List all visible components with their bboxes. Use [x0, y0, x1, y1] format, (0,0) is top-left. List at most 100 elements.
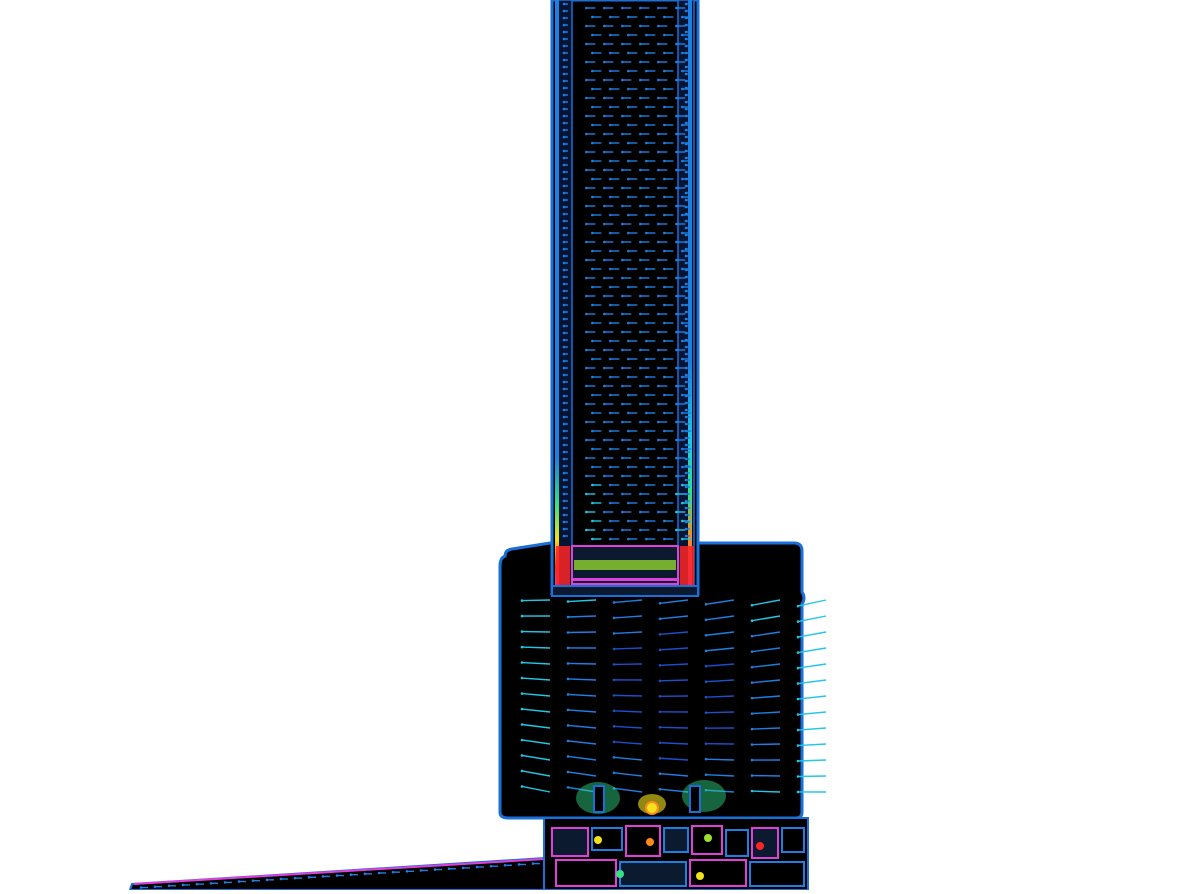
- pane-vector-right-head: [685, 311, 688, 314]
- glazing-vector-head: [627, 160, 630, 163]
- sash-vector-head: [613, 741, 616, 744]
- pane-vector-right-head: [685, 213, 688, 216]
- glazing-vector-head: [585, 421, 588, 424]
- glazing-vector-head: [609, 268, 612, 271]
- sash-vector-head: [659, 618, 662, 621]
- glazing-vector-head: [603, 421, 606, 424]
- glazing-vector-head: [663, 268, 666, 271]
- glazing-vector-head: [585, 115, 588, 118]
- glazing-vector-head: [681, 124, 684, 127]
- glazing-vector-head: [645, 448, 648, 451]
- glazing-vector-head: [627, 376, 630, 379]
- glazing-vector-head: [663, 250, 666, 253]
- pane-vector-left-head: [563, 122, 566, 125]
- glazing-vector-head: [627, 142, 630, 145]
- glazing-vector-head: [609, 394, 612, 397]
- pane-vector-left-head: [563, 318, 566, 321]
- glazing-vector-head: [621, 457, 624, 460]
- pane-vector-left-head: [563, 304, 566, 307]
- glazing-vector-head: [675, 385, 678, 388]
- glazing-vector-head: [609, 376, 612, 379]
- pane-vector-right-head: [685, 150, 688, 153]
- glazing-vector-head: [675, 493, 678, 496]
- pane-vector-left-head: [563, 248, 566, 251]
- glazing-vector-head: [663, 448, 666, 451]
- glazing-vector-head: [639, 205, 642, 208]
- fitting-slot-left: [594, 786, 604, 812]
- glazing-vector-head: [603, 61, 606, 64]
- sill-vector-head: [168, 885, 171, 888]
- glazing-vector-head: [681, 34, 684, 37]
- sash-vector-head: [521, 615, 524, 618]
- glazing-vector-head: [681, 376, 684, 379]
- sill-vector-head: [322, 875, 325, 878]
- glazing-vector-head: [663, 502, 666, 505]
- sash-vector-head: [613, 694, 616, 697]
- pane-vector-right-head: [685, 479, 688, 482]
- glazing-vector-head: [639, 25, 642, 28]
- glazing-vector-head: [591, 484, 594, 487]
- glazing-vector-head: [591, 340, 594, 343]
- glazing-vector-head: [627, 124, 630, 127]
- pane-vector-left-head: [563, 395, 566, 398]
- pane-vector-left-head: [563, 276, 566, 279]
- glazing-vector-head: [681, 412, 684, 415]
- glazing-vector-head: [627, 268, 630, 271]
- sash-vector-head: [567, 616, 570, 619]
- glazing-vector-head: [663, 16, 666, 19]
- pane-vector-right-head: [685, 430, 688, 433]
- glazing-vector-head: [639, 151, 642, 154]
- glazing-vector-head: [621, 421, 624, 424]
- pane-vector-left-head: [563, 24, 566, 27]
- pane-vector-left-head: [563, 199, 566, 202]
- glazing-vector-head: [681, 160, 684, 163]
- glazing-vector-head: [639, 421, 642, 424]
- glazing-vector-head: [675, 61, 678, 64]
- glazing-vector-head: [585, 475, 588, 478]
- glazing-vector-head: [621, 349, 624, 352]
- glazing-vector-head: [681, 16, 684, 19]
- pane-vector-right-head: [685, 206, 688, 209]
- sash-vector-head: [705, 665, 708, 668]
- glazing-vector-head: [603, 493, 606, 496]
- sash-vector-head: [705, 649, 708, 652]
- pane-vector-left-head: [563, 136, 566, 139]
- sash-vector: [522, 647, 550, 648]
- pane-vector-right-head: [685, 360, 688, 363]
- glazing-vector-head: [675, 151, 678, 154]
- glazing-vector-head: [627, 70, 630, 73]
- pane-vector-right-head: [685, 500, 688, 503]
- pane-vector-right-head: [685, 269, 688, 272]
- sash-vector-head: [521, 754, 524, 757]
- glazing-vector-head: [603, 385, 606, 388]
- sash-vector-head: [567, 755, 570, 758]
- pane-vector-right-head: [685, 255, 688, 258]
- glazing-vector-head: [663, 88, 666, 91]
- fitting-knob: [646, 802, 658, 814]
- glazing-vector-head: [627, 340, 630, 343]
- glazing-vector-head: [627, 520, 630, 523]
- glazing-vector-head: [645, 70, 648, 73]
- sash-vector-head: [705, 758, 708, 761]
- glazing-vector-head: [657, 529, 660, 532]
- sash-vector-head: [567, 693, 570, 696]
- pane-vector-left-head: [563, 346, 566, 349]
- sash-vector-head: [659, 649, 662, 652]
- glazing-vector-head: [585, 133, 588, 136]
- sill-vector-head: [420, 869, 423, 872]
- glazing-vector-head: [627, 178, 630, 181]
- pane-vector-right-head: [685, 346, 688, 349]
- pane-vector-left-head: [563, 381, 566, 384]
- glazing-vector-head: [627, 286, 630, 289]
- glazing-vector-head: [639, 493, 642, 496]
- frame-chamber: [782, 828, 804, 852]
- pane-vector-left-head: [563, 157, 566, 160]
- glazing-vector-head: [639, 7, 642, 10]
- glazing-vector-head: [675, 277, 678, 280]
- sash-vector-head: [797, 729, 800, 732]
- glazing-vector-head: [591, 70, 594, 73]
- glazing-vector-head: [657, 385, 660, 388]
- glazing-vector-head: [675, 241, 678, 244]
- pane-vector-right-head: [685, 304, 688, 307]
- glazing-vector-head: [621, 439, 624, 442]
